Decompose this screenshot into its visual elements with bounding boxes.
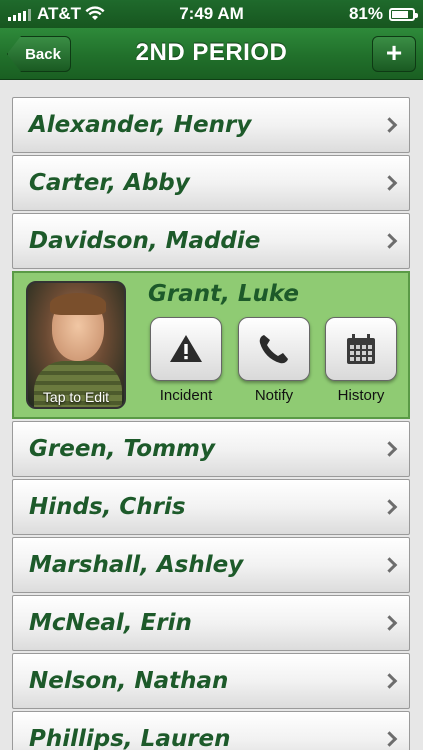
calendar-icon	[347, 334, 375, 364]
battery-percent: 81%	[348, 4, 383, 23]
history-label: History	[337, 387, 385, 404]
student-row[interactable]: Alexander, Henry	[12, 97, 410, 153]
chevron-right-icon	[381, 673, 398, 689]
student-name: Green, Tommy	[29, 436, 215, 462]
student-name: Nelson, Nathan	[29, 668, 229, 694]
warning-icon	[170, 335, 202, 362]
student-list: Alexander, Henry Carter, Abby Davidson, …	[12, 97, 410, 750]
add-student-button[interactable]: +	[372, 36, 416, 72]
page-title: 2ND PERIOD	[135, 39, 288, 66]
photo-caption: Tap to Edit	[42, 389, 110, 405]
student-row[interactable]: Marshall, Ashley	[12, 537, 410, 593]
chevron-right-icon	[381, 233, 398, 249]
student-name: Carter, Abby	[29, 170, 190, 196]
student-name: Hinds, Chris	[29, 494, 186, 520]
student-name: Alexander, Henry	[29, 112, 252, 138]
student-row[interactable]: Davidson, Maddie	[12, 213, 410, 269]
chevron-right-icon	[381, 441, 398, 457]
incident-label: Incident	[159, 387, 213, 404]
chevron-right-icon	[381, 117, 398, 133]
student-row[interactable]: Nelson, Nathan	[12, 653, 410, 709]
carrier-label: AT&T	[37, 4, 82, 23]
student-row[interactable]: Hinds, Chris	[12, 479, 410, 535]
chevron-right-icon	[381, 175, 398, 191]
navigation-bar: Back 2ND PERIOD +	[0, 28, 423, 80]
photo-hair	[50, 293, 106, 315]
student-row[interactable]: Carter, Abby	[12, 155, 410, 211]
battery-group: 81%	[275, 4, 418, 24]
student-name: McNeal, Erin	[29, 610, 192, 636]
chevron-right-icon	[381, 731, 398, 747]
student-row[interactable]: McNeal, Erin	[12, 595, 410, 651]
chevron-right-icon	[381, 615, 398, 631]
notify-button[interactable]	[238, 317, 310, 381]
expanded-student-name: Grant, Luke	[148, 281, 299, 307]
clock: 7:49 AM	[179, 4, 244, 23]
phone-icon	[259, 335, 288, 364]
status-bar: AT&T 7:49 AM 81%	[0, 0, 423, 28]
history-button[interactable]	[325, 317, 397, 381]
student-name: Davidson, Maddie	[29, 228, 261, 254]
incident-button[interactable]	[150, 317, 222, 381]
expanded-student-row: Tap to Edit Grant, Luke Incident Notify	[12, 271, 410, 419]
signal-icon	[8, 7, 31, 21]
battery-icon	[389, 7, 418, 21]
student-name: Marshall, Ashley	[29, 552, 244, 578]
carrier-group: AT&T	[8, 4, 148, 24]
student-name: Phillips, Lauren	[29, 726, 231, 750]
chevron-right-icon	[381, 557, 398, 573]
notify-label: Notify	[254, 387, 294, 404]
student-row[interactable]: Phillips, Lauren	[12, 711, 410, 750]
student-row[interactable]: Green, Tommy	[12, 421, 410, 477]
chevron-right-icon	[381, 499, 398, 515]
wifi-icon	[85, 6, 105, 20]
student-photo[interactable]: Tap to Edit	[26, 281, 126, 409]
